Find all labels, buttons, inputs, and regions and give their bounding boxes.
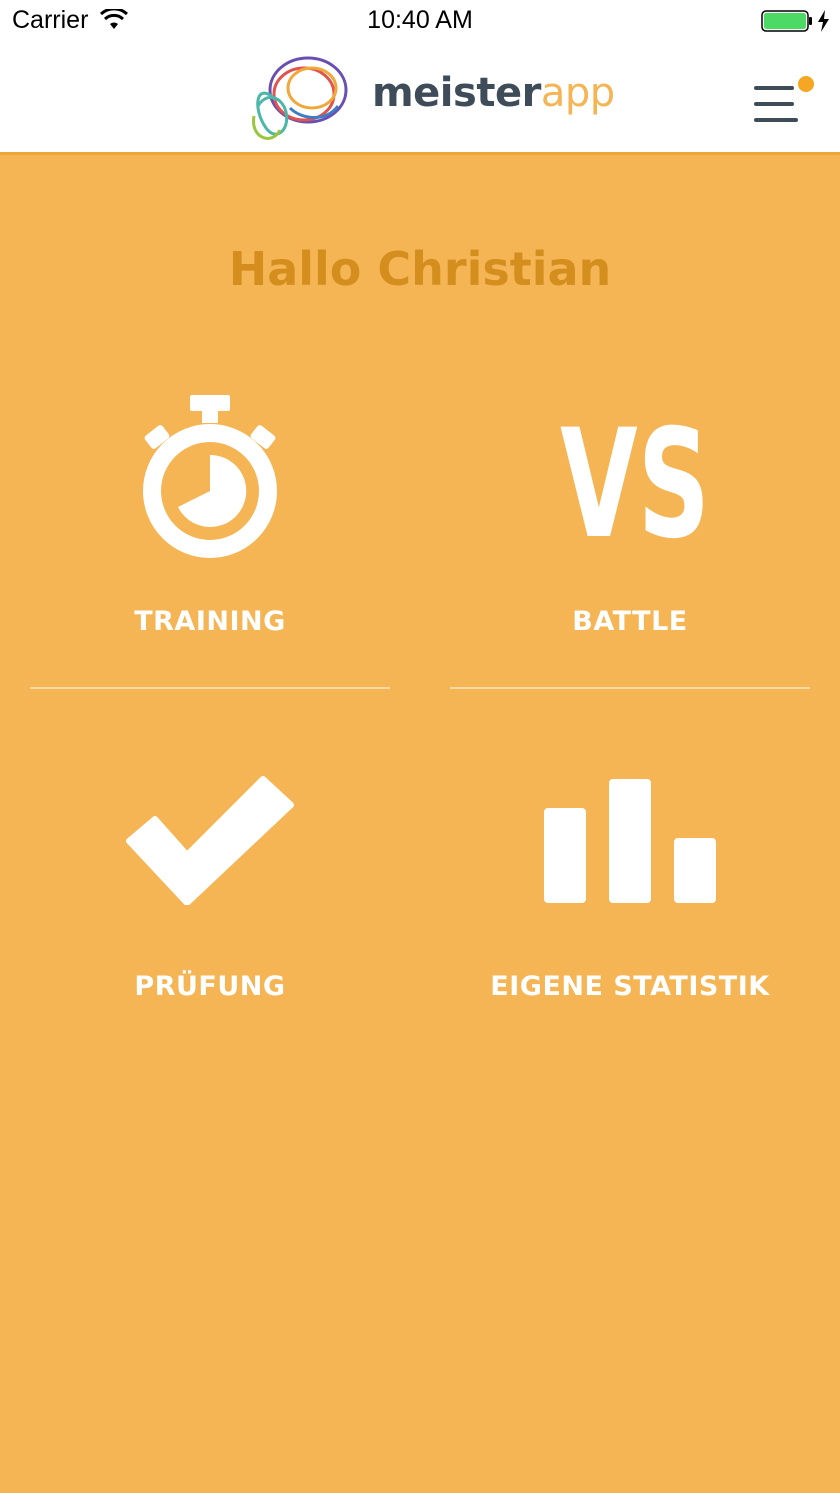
vs-icon-text: VS <box>560 408 710 548</box>
brand-name-primary: meister <box>372 70 541 116</box>
brand-name-accent: app <box>540 70 615 116</box>
menu-button[interactable] <box>748 72 820 128</box>
divider-left <box>30 687 390 689</box>
tile-pruefung[interactable]: PRÜFUNG <box>0 750 420 1050</box>
menu-line-middle <box>754 102 794 106</box>
vs-icon: VS <box>560 408 710 548</box>
tile-statistik-label: EIGENE STATISTIK <box>490 971 770 1002</box>
stopwatch-icon <box>143 395 277 558</box>
bar-chart-icon <box>544 779 716 903</box>
tile-battle-label: BATTLE <box>572 606 688 637</box>
tile-statistik[interactable]: EIGENE STATISTIK <box>420 750 840 1050</box>
menu-line-top <box>754 86 794 90</box>
tile-pruefung-label: PRÜFUNG <box>134 971 286 1002</box>
notification-dot-icon <box>798 76 814 92</box>
meisterapp-logo-icon <box>252 56 348 140</box>
status-bar: Carrier 10:40 AM <box>0 0 840 44</box>
tile-training-label: TRAINING <box>134 606 286 637</box>
status-time: 10:40 AM <box>367 6 473 34</box>
menu-line-bottom <box>754 118 798 122</box>
tile-battle[interactable]: VS BATTLE <box>420 380 840 680</box>
tile-training[interactable]: TRAINING <box>0 380 420 680</box>
brand-name: meisterapp <box>372 70 615 116</box>
checkmark-icon <box>126 776 294 905</box>
divider-right <box>450 687 810 689</box>
greeting: Hallo Christian <box>228 242 612 296</box>
app-header: meisterapp <box>0 44 840 155</box>
battery-icon <box>761 10 829 32</box>
